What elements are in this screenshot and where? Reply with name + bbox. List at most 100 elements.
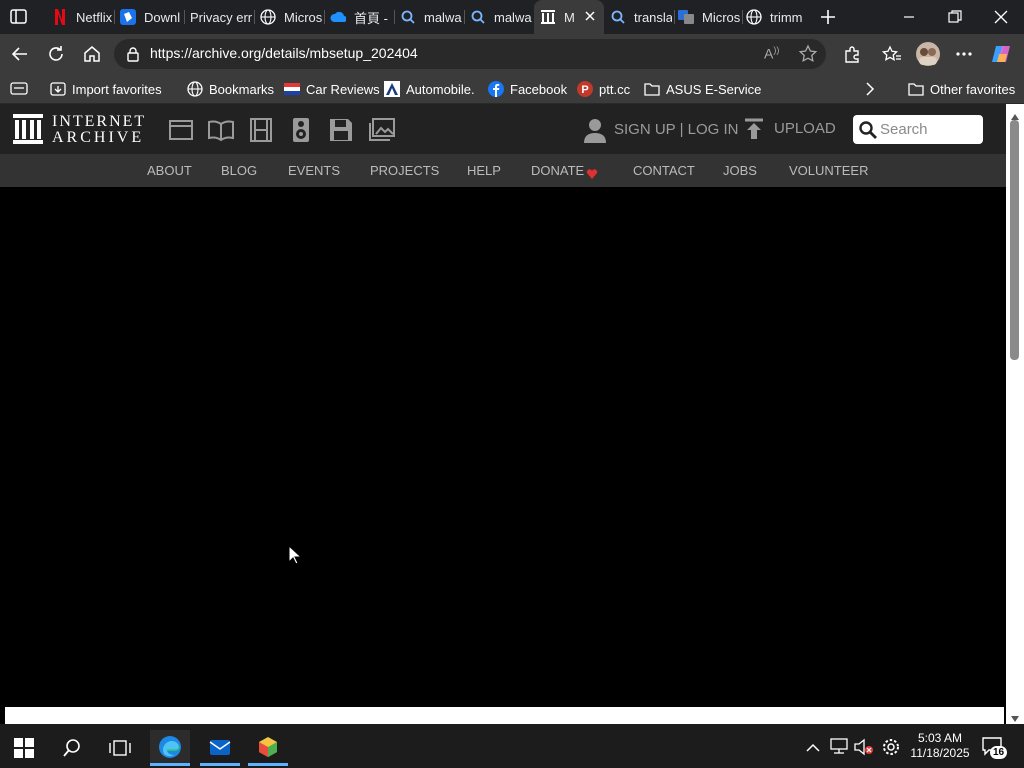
software-icon[interactable]	[328, 117, 354, 143]
nav-help[interactable]: HELP	[467, 163, 501, 178]
svg-text:P: P	[581, 84, 588, 96]
system-clock[interactable]: 5:03 AM 11/18/2025	[905, 731, 975, 761]
read-aloud-icon[interactable]: A))	[764, 45, 779, 62]
back-button[interactable]	[4, 38, 36, 70]
extensions-icon[interactable]	[836, 38, 868, 70]
bookmark-automobile[interactable]: Automobile.	[384, 79, 475, 99]
new-tab-button[interactable]	[818, 7, 838, 27]
bookmark-facebook[interactable]: Facebook	[488, 79, 567, 99]
taskbar-search-icon[interactable]	[52, 730, 92, 766]
url-text: https://archive.org/details/mbsetup_2024…	[150, 45, 418, 61]
globe-icon	[746, 9, 762, 25]
tab-label: Privacy erro	[190, 9, 252, 25]
settings-gear-icon[interactable]	[882, 738, 900, 761]
refresh-button[interactable]	[40, 38, 72, 70]
tab-download[interactable]: Downl	[120, 0, 182, 34]
profile-avatar[interactable]	[912, 38, 944, 70]
nav-jobs[interactable]: JOBS	[723, 163, 757, 178]
favorite-star-icon[interactable]	[798, 44, 818, 69]
page-scrollbar[interactable]	[1006, 104, 1024, 724]
search-icon[interactable]	[859, 121, 877, 144]
images-icon[interactable]	[368, 117, 395, 143]
close-tab-icon[interactable]	[584, 10, 596, 25]
nav-events[interactable]: EVENTS	[288, 163, 340, 178]
bookmark-car-reviews[interactable]: Car Reviews	[284, 79, 380, 99]
nav-blog[interactable]: BLOG	[221, 163, 257, 178]
audio-icon[interactable]	[288, 117, 314, 143]
nav-donate[interactable]: DONATE	[531, 163, 584, 178]
scroll-thumb[interactable]	[1010, 120, 1019, 360]
favorites-icon[interactable]	[876, 38, 908, 70]
copilot-icon[interactable]	[986, 38, 1018, 70]
task-view-icon[interactable]	[100, 730, 140, 766]
tab-internet-archive[interactable]: M	[534, 0, 604, 34]
ia-search-box[interactable]	[853, 115, 983, 144]
close-window-button[interactable]	[978, 0, 1024, 34]
bookmark-bookmarks[interactable]: Bookmarks	[187, 79, 274, 99]
user-icon[interactable]	[584, 117, 606, 148]
bookmarks-overflow-chevron-icon[interactable]	[864, 81, 876, 102]
import-icon	[50, 81, 66, 97]
tab-microsoft[interactable]: Micros	[260, 0, 322, 34]
tab-label: Micros	[702, 9, 740, 25]
signup-login-link[interactable]: SIGN UP | LOG IN	[614, 121, 738, 138]
heart-icon[interactable]	[586, 166, 598, 184]
tab-malware-search-2[interactable]: malwa	[470, 0, 532, 34]
internet-archive-icon	[540, 9, 556, 25]
logo-line-archive: ARCHIVE	[52, 129, 145, 146]
texts-icon[interactable]	[208, 117, 234, 143]
windows-start-icon[interactable]	[4, 730, 44, 766]
onedrive-icon	[330, 9, 346, 25]
web-icon[interactable]	[168, 117, 194, 143]
video-icon[interactable]	[248, 117, 274, 143]
tab-onedrive-home[interactable]: 首頁 -	[330, 0, 392, 34]
mail-app-icon[interactable]	[200, 730, 240, 766]
logo-line-internet: INTERNET	[52, 113, 147, 130]
tab-translate-search[interactable]: transla	[610, 0, 672, 34]
nav-about[interactable]: ABOUT	[147, 163, 192, 178]
clock-date: 11/18/2025	[910, 746, 970, 760]
bookmark-label: ASUS E-Service	[666, 81, 762, 97]
upload-icon[interactable]	[744, 118, 764, 145]
ia-search-input[interactable]	[880, 119, 978, 139]
archive-building-icon	[13, 114, 43, 144]
bookmark-label: Car Reviews	[306, 81, 380, 97]
tab-netflix[interactable]: Netflix	[52, 0, 114, 34]
tab-malware-search-1[interactable]: malwa	[400, 0, 462, 34]
network-icon[interactable]	[830, 738, 848, 759]
globe-icon	[187, 81, 203, 97]
media-player-area[interactable]	[5, 187, 1006, 724]
tab-privacy-error[interactable]: Privacy erro	[190, 0, 252, 34]
more-menu-icon[interactable]	[948, 38, 980, 70]
upload-link[interactable]: UPLOAD	[774, 120, 836, 137]
chevron-up-icon[interactable]	[806, 740, 820, 758]
notification-count-badge: 16	[990, 746, 1008, 759]
edge-browser-icon[interactable]	[150, 730, 190, 766]
cube-app-icon[interactable]	[248, 730, 288, 766]
volume-muted-icon[interactable]	[854, 738, 874, 761]
tab-label: transla	[634, 9, 672, 25]
other-favorites-folder[interactable]: Other favorites	[908, 79, 1015, 99]
bookmark-asus-eservice[interactable]: ASUS E-Service	[644, 79, 761, 99]
bookmark-ptt[interactable]: P ptt.cc	[577, 79, 630, 99]
tab-actions-icon[interactable]	[8, 8, 30, 26]
internet-archive-logo[interactable]: INTERNET ARCHIVE	[12, 112, 152, 148]
nav-projects[interactable]: PROJECTS	[370, 163, 439, 178]
sidebar-toggle-icon[interactable]	[10, 81, 28, 102]
translator-icon	[678, 9, 694, 25]
facebook-icon	[488, 81, 504, 97]
minimize-button[interactable]	[886, 0, 932, 34]
address-bar[interactable]: https://archive.org/details/mbsetup_2024…	[114, 39, 826, 69]
nav-volunteer[interactable]: VOLUNTEER	[789, 163, 868, 178]
ia-top-header: INTERNET ARCHIVE SIGN UP | LOG IN UPLOAD	[0, 104, 1006, 154]
folder-icon	[644, 81, 660, 97]
bookmark-import-favorites[interactable]: Import favorites	[50, 79, 162, 99]
restore-button[interactable]	[932, 0, 978, 34]
netflix-icon	[52, 9, 68, 25]
home-button[interactable]	[76, 38, 108, 70]
nav-contact[interactable]: CONTACT	[633, 163, 695, 178]
tab-trimm[interactable]: trimm	[746, 0, 808, 34]
lock-icon[interactable]	[126, 46, 140, 67]
tab-microsoft-translator[interactable]: Micros	[678, 0, 740, 34]
bookmark-label: Automobile.	[406, 81, 475, 97]
